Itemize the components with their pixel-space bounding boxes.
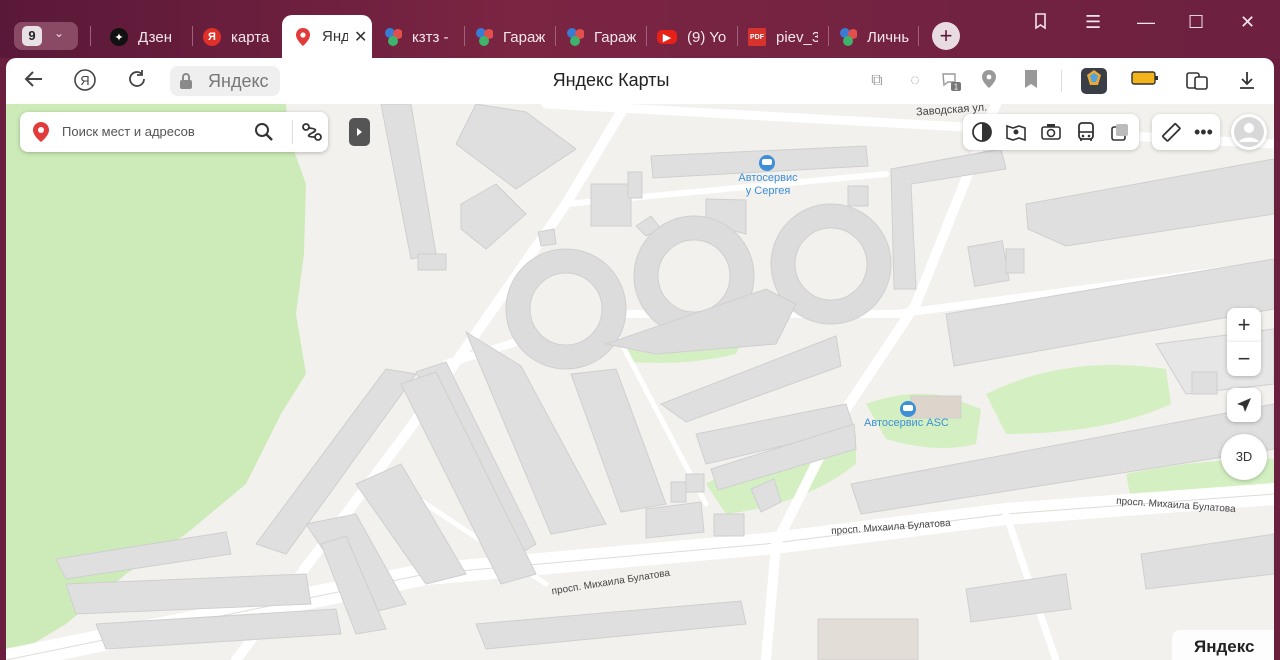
- layers-panel: [963, 114, 1139, 150]
- search-input[interactable]: Поиск мест и адресов: [62, 124, 195, 139]
- minimize-icon[interactable]: —: [1137, 12, 1155, 33]
- chevron-down-icon: ⌄: [54, 26, 65, 40]
- layers-icon[interactable]: [1109, 121, 1131, 148]
- location-pin-icon[interactable]: [978, 70, 1000, 92]
- park-area: [986, 364, 1171, 434]
- search-separator: [292, 120, 293, 144]
- poi-label-autoservice-sergey[interactable]: Автосервис у Сергея: [728, 172, 808, 198]
- close-window-icon[interactable]: ✕: [1240, 12, 1255, 33]
- tab-separator: [918, 26, 919, 46]
- tab-youtube[interactable]: ▶ (9) You: [657, 18, 727, 56]
- tab-separator: [90, 26, 91, 46]
- tab-separator: [737, 26, 738, 46]
- bookmarks-panel-icon[interactable]: [1032, 12, 1050, 35]
- map-type-icon[interactable]: [971, 121, 993, 148]
- search-box[interactable]: Поиск мест и адресов: [20, 112, 328, 152]
- zoom-in-button[interactable]: +: [1227, 308, 1261, 342]
- panorama-icon[interactable]: [1005, 121, 1027, 148]
- download-icon[interactable]: [1236, 70, 1258, 92]
- tab-label: Гараж: [594, 28, 636, 46]
- tab-garazh-2[interactable]: Гараж: [566, 18, 636, 56]
- tab-garazh-1[interactable]: Гараж: [475, 18, 545, 56]
- tab-kztz[interactable]: кзтз -: [384, 18, 454, 56]
- route-icon[interactable]: [300, 120, 324, 149]
- colorful-dots-icon: [475, 28, 493, 46]
- poi-label-autoservice-asc[interactable]: Автосервис ASC: [864, 417, 949, 429]
- pdf-icon: PDF: [748, 28, 766, 46]
- toolbar-separator: [1061, 70, 1062, 92]
- colorful-dots-icon: [384, 28, 402, 46]
- youtube-icon: ▶: [657, 30, 677, 44]
- map-canvas[interactable]: Заводская ул. Автосервис у Сергея Автосе…: [6, 104, 1274, 660]
- more-icon[interactable]: •••: [1194, 121, 1213, 143]
- maps-logo-icon: [33, 122, 49, 147]
- tab-label: Гараж: [503, 28, 545, 46]
- poi-label-line: у Сергея: [745, 185, 791, 197]
- poi-label-line: Автосервис: [738, 172, 798, 184]
- tab-separator: [464, 26, 465, 46]
- translate-icon[interactable]: ⧉: [866, 70, 888, 92]
- tab-label: кзтз -: [412, 28, 449, 46]
- yandex-brand-logo: Яндекс: [1172, 630, 1274, 660]
- camera-icon[interactable]: [1040, 121, 1062, 148]
- colorful-dots-icon: [839, 28, 857, 46]
- new-tab-button[interactable]: +: [932, 22, 960, 50]
- reviews-icon[interactable]: 1: [940, 70, 962, 92]
- svg-text:1: 1: [954, 83, 959, 92]
- tab-label: Дзен: [138, 28, 172, 46]
- tools-panel: •••: [1152, 114, 1220, 150]
- tab-pdf[interactable]: PDF piev_3: [748, 18, 818, 56]
- tab-karta[interactable]: Я карта: [203, 18, 271, 56]
- yandex-icon: Я: [203, 28, 221, 46]
- tab-count: 9: [22, 26, 42, 46]
- transit-icon[interactable]: [1075, 121, 1097, 148]
- tab-separator: [828, 26, 829, 46]
- tab-separator: [555, 26, 556, 46]
- tab-separator: [192, 26, 193, 46]
- collapse-panel-button[interactable]: [349, 118, 370, 146]
- browser-tab-bar: 9 ⌄ ✦ Дзен Я карта Янд ✕ кзтз - Гараж Га…: [0, 0, 1280, 58]
- tab-label: piev_3: [776, 28, 818, 46]
- tab-label: Личны: [867, 28, 909, 46]
- close-icon[interactable]: ✕: [354, 27, 367, 47]
- tab-label: (9) You: [687, 28, 727, 46]
- tab-separator: [646, 26, 647, 46]
- tab-count-button[interactable]: 9 ⌄: [14, 22, 78, 50]
- my-location-button[interactable]: [1227, 388, 1261, 422]
- browser-toolbar: Я Яндекс Яндекс Карты ⧉ ◌ 1: [6, 58, 1274, 104]
- menu-icon[interactable]: ☰: [1085, 12, 1101, 33]
- screenshot-extension-icon[interactable]: [1184, 70, 1210, 92]
- tab-yandex-maps[interactable]: Янд ✕: [282, 15, 372, 58]
- extension-colorful-icon[interactable]: [1081, 68, 1107, 94]
- tab-dzen[interactable]: ✦ Дзен: [110, 18, 190, 56]
- tab-label: карта: [231, 28, 270, 46]
- yandex-brand-text: Яндекс: [1194, 637, 1255, 656]
- colorful-dots-icon: [566, 28, 584, 46]
- tab-lichny[interactable]: Личны: [839, 18, 909, 56]
- search-icon[interactable]: [254, 122, 274, 147]
- battery-icon[interactable]: [1130, 70, 1160, 92]
- maximize-icon[interactable]: ☐: [1188, 12, 1204, 33]
- tab-label: Янд: [322, 28, 348, 45]
- zoom-out-button[interactable]: −: [1227, 342, 1261, 376]
- 3d-toggle-button[interactable]: 3D: [1221, 434, 1267, 480]
- ruler-icon[interactable]: [1160, 121, 1182, 148]
- maps-pin-icon: [294, 27, 312, 46]
- comment-icon[interactable]: ◌: [904, 70, 926, 92]
- dzen-icon: ✦: [110, 28, 128, 46]
- avatar[interactable]: [1231, 114, 1267, 150]
- bookmark-icon[interactable]: [1020, 70, 1042, 92]
